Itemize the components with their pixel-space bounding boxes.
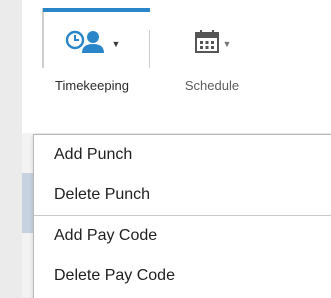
calendar-icon bbox=[193, 28, 221, 61]
chevron-down-icon: ▼ bbox=[222, 38, 232, 49]
menu-item-add-punch[interactable]: Add Punch bbox=[34, 135, 331, 175]
toolbar: ▼ Timekeeping ▼ Schedule bbox=[22, 0, 331, 133]
timekeeping-button[interactable]: ▼ Timekeeping bbox=[40, 20, 144, 110]
menu-item-delete-punch[interactable]: Delete Punch bbox=[34, 175, 331, 215]
schedule-label: Schedule bbox=[184, 78, 240, 93]
clock-person-icon bbox=[64, 26, 110, 63]
schedule-button[interactable]: ▼ Schedule bbox=[172, 20, 252, 110]
menu-item-add-pay-code[interactable]: Add Pay Code bbox=[34, 216, 331, 256]
active-tab-indicator bbox=[43, 8, 150, 12]
timekeeping-dropdown-menu: Add Punch Delete Punch Add Pay Code Dele… bbox=[33, 134, 331, 298]
chevron-down-icon: ▼ bbox=[111, 38, 121, 49]
toolbar-divider bbox=[149, 30, 150, 68]
menu-item-delete-pay-code[interactable]: Delete Pay Code bbox=[34, 256, 331, 296]
timekeeping-label: Timekeeping bbox=[55, 78, 129, 93]
